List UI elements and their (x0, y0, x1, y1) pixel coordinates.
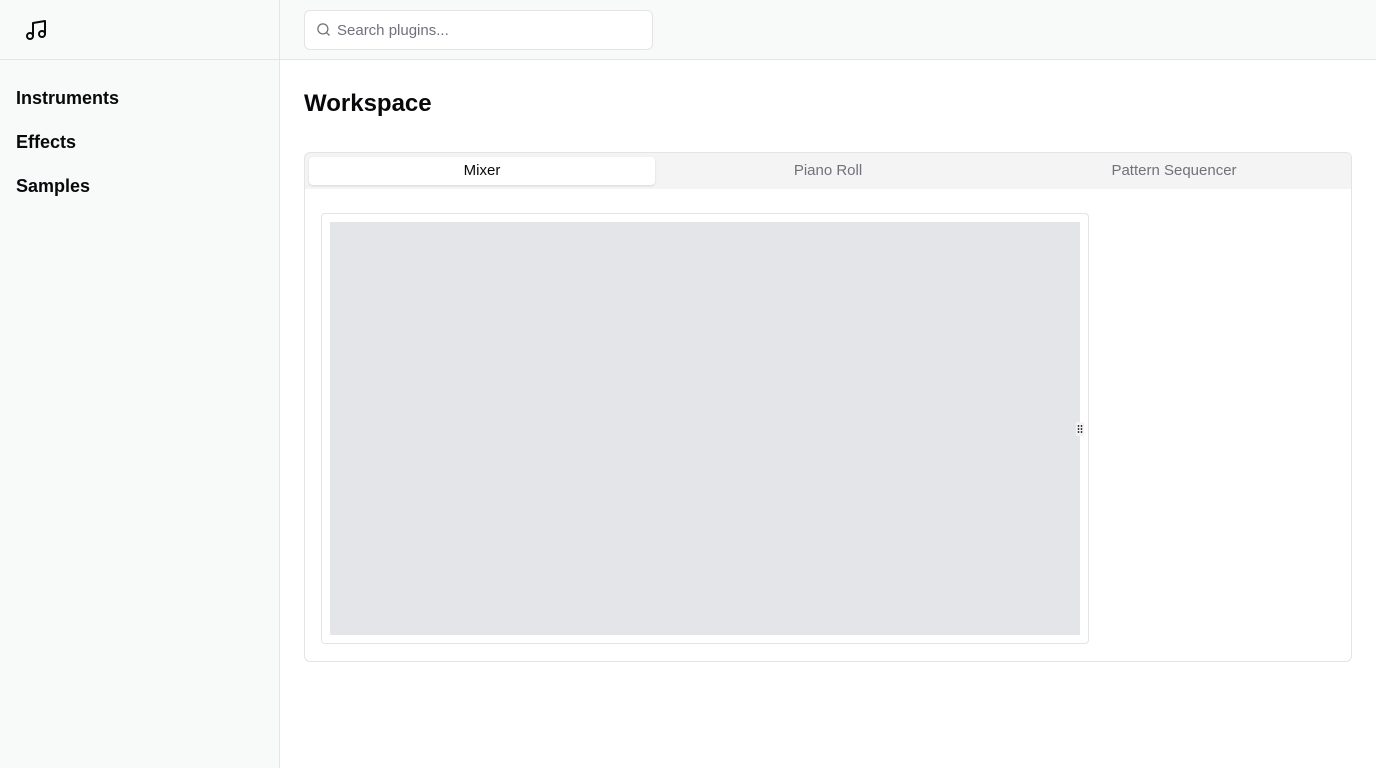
topbar (280, 0, 1376, 60)
search-icon (317, 23, 330, 36)
mixer-canvas[interactable] (330, 222, 1080, 635)
workspace-content: Workspace Mixer Piano Roll Pattern Seque… (280, 60, 1376, 662)
sidebar-item-effects[interactable]: Effects (0, 130, 279, 174)
sidebar-item-samples[interactable]: Samples (0, 174, 279, 218)
tab-piano-roll[interactable]: Piano Roll (655, 157, 1001, 185)
workspace-tabs: Mixer Piano Roll Pattern Sequencer (304, 152, 1352, 662)
sidebar: Instruments Effects Samples (0, 0, 280, 768)
tab-mixer[interactable]: Mixer (309, 157, 655, 185)
search-input[interactable] (337, 11, 637, 49)
mixer-panel (321, 213, 1089, 644)
sidebar-header (0, 0, 279, 60)
grip-vertical-icon (1077, 425, 1083, 433)
music-note-icon[interactable] (24, 18, 48, 42)
app-root: Instruments Effects Samples Workspace Mi… (0, 0, 1376, 768)
sidebar-nav: Instruments Effects Samples (0, 60, 279, 218)
sidebar-item-instruments[interactable]: Instruments (0, 86, 279, 130)
tab-pattern-sequencer[interactable]: Pattern Sequencer (1001, 157, 1347, 185)
tab-list: Mixer Piano Roll Pattern Sequencer (305, 153, 1351, 189)
search-box (304, 10, 653, 50)
page-title: Workspace (304, 90, 432, 117)
main-area: Workspace Mixer Piano Roll Pattern Seque… (280, 0, 1376, 768)
resize-handle[interactable] (1076, 422, 1084, 436)
